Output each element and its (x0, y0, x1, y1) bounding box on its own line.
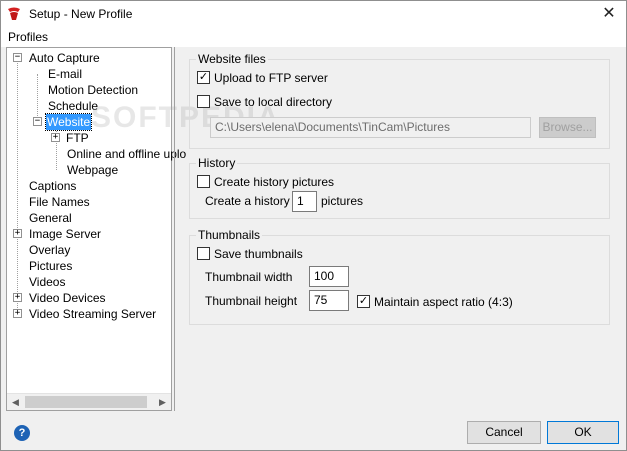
website-files-group: Website files ✓ Upload to FTP server Sav… (189, 52, 610, 149)
tree-horizontal-scrollbar[interactable]: ◀ ▶ (7, 393, 171, 410)
tree-item-label: Overlay (29, 243, 71, 257)
menu-bar: Profiles (1, 29, 626, 47)
setup-window: Setup - New Profile ✕ Profiles − Auto Ca… (0, 0, 627, 451)
tree-item-general[interactable]: General (28, 210, 73, 226)
thumbnails-group: Thumbnails Save thumbnails Thumbnail wid… (189, 228, 610, 325)
tree-item-videos[interactable]: Videos (28, 274, 66, 290)
help-icon[interactable]: ? (14, 425, 30, 441)
checkbox-box[interactable]: ✓ (197, 71, 210, 84)
tree-item-label: Video Devices (29, 291, 106, 305)
thumbnail-width-label: Thumbnail width (205, 270, 293, 284)
menu-profiles[interactable]: Profiles (8, 30, 48, 44)
tree-item-overlay[interactable]: Overlay (28, 242, 71, 258)
tree-item-online-offline-upload[interactable]: Online and offline uplo (66, 146, 187, 162)
tree-item-motion-detection[interactable]: Motion Detection (47, 82, 139, 98)
tree-item-label: Online and offline uplo (67, 147, 187, 161)
history-count-suffix: pictures (321, 194, 364, 208)
checkbox-label: Save to local directory (214, 95, 333, 109)
title-bar: Setup - New Profile ✕ (1, 1, 626, 29)
thumbnail-width-input[interactable]: 100 (309, 266, 349, 287)
collapse-icon[interactable]: − (33, 117, 42, 126)
tree-item-label: Image Server (29, 227, 102, 241)
window-title: Setup - New Profile (29, 7, 133, 21)
tree-item-label: FTP (66, 131, 89, 145)
expand-icon[interactable]: + (13, 309, 22, 318)
browse-button[interactable]: Browse... (539, 117, 596, 138)
tree-item-captions[interactable]: Captions (28, 178, 77, 194)
tree-item-label: Video Streaming Server (29, 307, 157, 321)
history-count-prefix: Create a history of (205, 194, 304, 208)
checkbox-label: Create history pictures (214, 175, 335, 189)
checkbox-box[interactable] (197, 95, 210, 108)
history-group: History Create history pictures Create a… (189, 156, 610, 219)
expand-icon[interactable]: + (13, 293, 22, 302)
tree-item-label: Videos (29, 275, 66, 289)
group-title: Thumbnails (196, 228, 263, 242)
checkbox-label: Maintain aspect ratio (4:3) (374, 295, 513, 309)
scrollbar-thumb[interactable] (25, 396, 147, 408)
tree-item-file-names[interactable]: File Names (28, 194, 91, 210)
tree-item-label: General (29, 211, 72, 225)
collapse-icon[interactable]: − (13, 53, 22, 62)
history-count-input[interactable]: 1 (292, 191, 317, 212)
thumbnail-height-input[interactable]: 75 (309, 290, 349, 311)
tree-item-label: Website (44, 113, 93, 131)
tree-item-label: Captions (29, 179, 77, 193)
expand-icon[interactable]: + (13, 229, 22, 238)
scroll-left-icon[interactable]: ◀ (7, 394, 24, 410)
local-directory-input[interactable]: C:\Users\elena\Documents\TinCam\Pictures (210, 117, 531, 138)
tree-item-pictures[interactable]: Pictures (28, 258, 73, 274)
tree-item-label: Motion Detection (48, 83, 139, 97)
expand-icon[interactable]: + (51, 133, 60, 142)
tree-item-label: E-mail (48, 67, 83, 81)
tree-item-label: Webpage (67, 163, 119, 177)
thumbnail-height-label: Thumbnail height (205, 294, 298, 308)
checkbox-box[interactable] (197, 175, 210, 188)
scroll-right-icon[interactable]: ▶ (154, 394, 171, 410)
checkbox-label: Upload to FTP server (214, 71, 328, 85)
checkbox-label: Save thumbnails (214, 247, 303, 261)
tree-item-label: File Names (29, 195, 90, 209)
tree-item-email[interactable]: E-mail (47, 66, 83, 82)
checkbox-box[interactable]: ✓ (357, 295, 370, 308)
group-title: Website files (196, 52, 268, 66)
tincam-app-icon (8, 7, 20, 20)
tree-item-label: Auto Capture (29, 51, 100, 65)
close-icon[interactable]: ✕ (592, 1, 626, 29)
checkbox-box[interactable] (197, 247, 210, 260)
tree-item-webpage[interactable]: Webpage (66, 162, 119, 178)
group-title: History (196, 156, 238, 170)
tree-item-label: Pictures (29, 259, 73, 273)
cancel-button[interactable]: Cancel (467, 421, 541, 444)
ok-button[interactable]: OK (547, 421, 619, 444)
